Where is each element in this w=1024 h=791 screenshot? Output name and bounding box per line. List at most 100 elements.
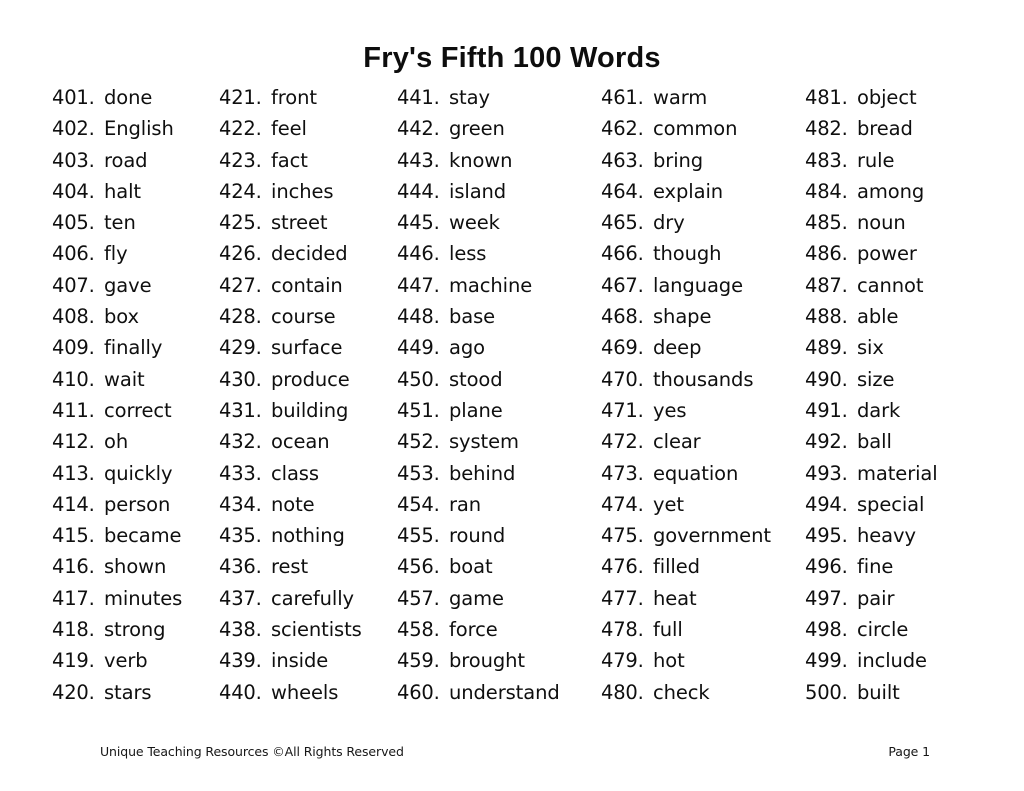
word-list-item: 494. special (805, 489, 1002, 520)
word-number: 416. (52, 555, 95, 579)
word-text: road (104, 148, 148, 172)
word-text: building (271, 398, 349, 422)
word-list-item: 413. quickly (52, 458, 219, 489)
footer-page-number: Page 1 (888, 744, 930, 759)
word-text: thousands (653, 367, 754, 391)
word-number: 449. (397, 336, 440, 360)
word-number: 480. (601, 680, 644, 704)
word-list-item: 424. inches (219, 176, 397, 207)
word-list-item: 442. green (397, 113, 601, 144)
word-list-item: 425. street (219, 207, 397, 238)
word-number: 453. (397, 461, 440, 485)
word-text: behind (449, 461, 516, 485)
word-list-item: 433. class (219, 458, 397, 489)
word-text: yes (653, 398, 687, 422)
word-column: 461. warm 462. common 463. bring 464. explain 46… (601, 82, 805, 708)
word-text: dark (857, 398, 901, 422)
word-list-item: 468. shape (601, 301, 805, 332)
word-text: six (857, 336, 884, 360)
word-text: able (857, 305, 899, 329)
word-list-item: 438. scientists (219, 614, 397, 645)
word-list-item: 454. ran (397, 489, 601, 520)
word-text: hot (653, 649, 685, 673)
word-number: 428. (219, 305, 262, 329)
word-text: language (653, 273, 743, 297)
word-number: 437. (219, 586, 262, 610)
word-number: 420. (52, 680, 95, 704)
word-text: ten (104, 211, 136, 235)
word-text: fine (857, 555, 894, 579)
word-text: object (857, 86, 917, 109)
word-text: verb (104, 649, 148, 673)
word-text: common (653, 117, 738, 141)
word-list-item: 498. circle (805, 614, 1002, 645)
word-text: explain (653, 179, 724, 203)
word-number: 465. (601, 211, 644, 235)
word-list-item: 476. filled (601, 551, 805, 582)
word-list-item: 481. object (805, 82, 1002, 113)
word-list-item: 439. inside (219, 645, 397, 676)
word-number: 450. (397, 367, 440, 391)
word-list-item: 421. front (219, 82, 397, 113)
word-number: 423. (219, 148, 262, 172)
word-list-item: 418. strong (52, 614, 219, 645)
word-list-item: 401. done (52, 82, 219, 113)
word-list-item: 455. round (397, 520, 601, 551)
word-column: 401. done 402. English 403. road 404. halt 405. t… (52, 82, 219, 708)
word-list-item: 473. equation (601, 458, 805, 489)
word-list-item: 460. understand (397, 677, 601, 708)
word-text: inside (271, 649, 329, 673)
word-list-item: 441. stay (397, 82, 601, 113)
word-number: 451. (397, 398, 440, 422)
word-number: 488. (805, 305, 848, 329)
word-text: among (857, 179, 925, 203)
word-number: 448. (397, 305, 440, 329)
word-number: 456. (397, 555, 440, 579)
word-number: 499. (805, 649, 848, 673)
word-text: size (857, 367, 895, 391)
word-text: yet (653, 492, 684, 516)
word-list-item: 414. person (52, 489, 219, 520)
word-list-item: 419. verb (52, 645, 219, 676)
word-list-item: 431. building (219, 395, 397, 426)
word-text: strong (104, 618, 166, 642)
word-column: 481. object 482. bread 483. rule 484. among 485.… (805, 82, 1002, 708)
word-text: full (653, 618, 683, 642)
word-list-item: 490. size (805, 364, 1002, 395)
word-number: 424. (219, 179, 262, 203)
word-list-item: 496. fine (805, 551, 1002, 582)
word-list-item: 484. among (805, 176, 1002, 207)
worksheet-page: Fry's Fifth 100 Words 401. done 402. Englis… (0, 0, 1024, 791)
word-number: 479. (601, 649, 644, 673)
word-number: 401. (52, 86, 95, 109)
word-list-item: 465. dry (601, 207, 805, 238)
word-text: system (449, 430, 519, 454)
word-number: 491. (805, 398, 848, 422)
word-text: clear (653, 430, 701, 454)
word-text: stay (449, 86, 490, 109)
word-text: ball (857, 430, 892, 454)
word-text: base (449, 305, 496, 329)
word-number: 404. (52, 179, 95, 203)
word-list-item: 447. machine (397, 270, 601, 301)
word-text: understand (449, 680, 560, 704)
word-number: 402. (52, 117, 95, 141)
word-list-item: 452. system (397, 426, 601, 457)
word-list-item: 448. base (397, 301, 601, 332)
word-list-item: 500. built (805, 677, 1002, 708)
word-number: 429. (219, 336, 262, 360)
word-number: 413. (52, 461, 95, 485)
word-list-item: 457. game (397, 583, 601, 614)
word-number: 498. (805, 618, 848, 642)
word-number: 473. (601, 461, 644, 485)
word-list-item: 461. warm (601, 82, 805, 113)
word-number: 470. (601, 367, 644, 391)
word-number: 482. (805, 117, 848, 141)
word-text: minutes (104, 586, 183, 610)
word-list-item: 486. power (805, 238, 1002, 269)
word-list-item: 426. decided (219, 238, 397, 269)
word-text: fly (104, 242, 128, 266)
word-text: round (449, 524, 506, 548)
word-number: 415. (52, 524, 95, 548)
word-list-item: 474. yet (601, 489, 805, 520)
